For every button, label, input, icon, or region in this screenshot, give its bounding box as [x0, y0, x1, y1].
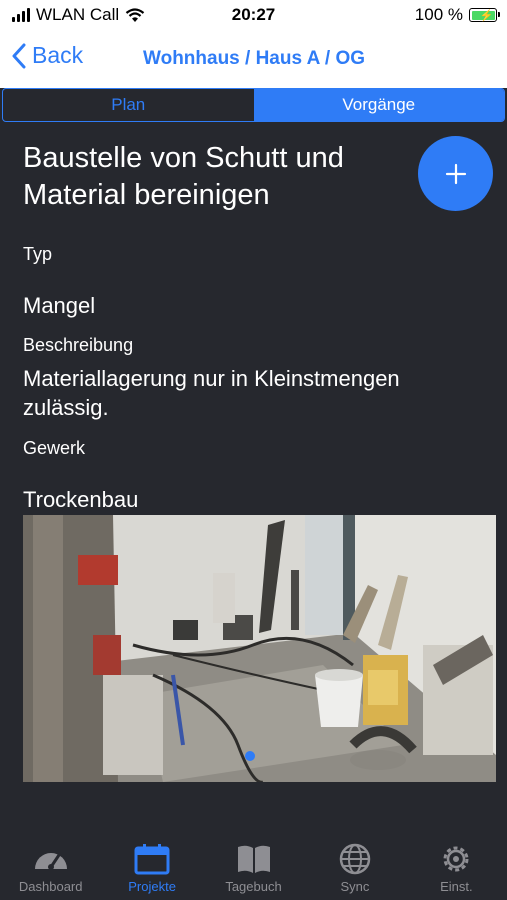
tab-dashboard-label: Dashboard [18, 879, 83, 894]
description-value: Materiallagerung nur in Kleinstmengen zu… [23, 366, 400, 420]
page-indicator-dot [245, 751, 255, 761]
trade-value: Trockenbau [23, 487, 139, 512]
battery-info: 100 % ⚡ [414, 5, 500, 25]
tab-tagebuch-label: Tagebuch [225, 879, 282, 894]
type-value: Mangel [23, 293, 96, 318]
tab-sync[interactable]: Sync [304, 833, 405, 900]
tab-plan[interactable]: Plan [3, 89, 254, 121]
trade-label: Gewerk [23, 438, 86, 458]
chevron-left-icon [12, 43, 26, 68]
back-button[interactable]: Back [12, 42, 83, 69]
gear-icon [443, 846, 469, 872]
issue-photo[interactable] [23, 515, 496, 782]
issue-title: Baustelle von Schutt und Material berein… [23, 142, 344, 211]
tab-einstellungen-label: Einst. [440, 879, 473, 894]
status-bar: WLAN Call 20:27 100 % ⚡ [0, 0, 507, 30]
tab-bar: Dashboard Projekte Tagebuch Sync Einst. [0, 833, 507, 900]
battery-percent: 100 % [414, 5, 463, 24]
battery-icon: ⚡ [469, 8, 500, 22]
calendar-icon [134, 844, 170, 875]
globe-icon [339, 843, 371, 875]
breadcrumb-title: Wohnhaus / Haus A / OG [143, 48, 366, 69]
tab-projekte[interactable]: Projekte [101, 833, 202, 900]
tab-tagebuch[interactable]: Tagebuch [203, 833, 304, 900]
navigation-bar: Back Wohnhaus / Haus A / OG [0, 30, 507, 88]
add-button[interactable] [418, 136, 493, 211]
tab-dashboard[interactable]: Dashboard [0, 833, 101, 900]
tab-vorgaenge[interactable]: Vorgänge [253, 89, 504, 121]
book-icon [237, 845, 270, 873]
construction-site-image [23, 515, 496, 782]
description-label: Beschreibung [23, 335, 134, 355]
tab-einstellungen[interactable]: Einst. [406, 833, 507, 900]
plus-icon [445, 163, 466, 184]
segmented-control: Plan Vorgänge [2, 88, 505, 122]
back-label: Back [32, 42, 84, 68]
tab-sync-label: Sync [340, 879, 370, 894]
speedometer-icon [34, 853, 67, 870]
tab-projekte-label: Projekte [128, 879, 176, 894]
type-label: Typ [23, 244, 53, 264]
